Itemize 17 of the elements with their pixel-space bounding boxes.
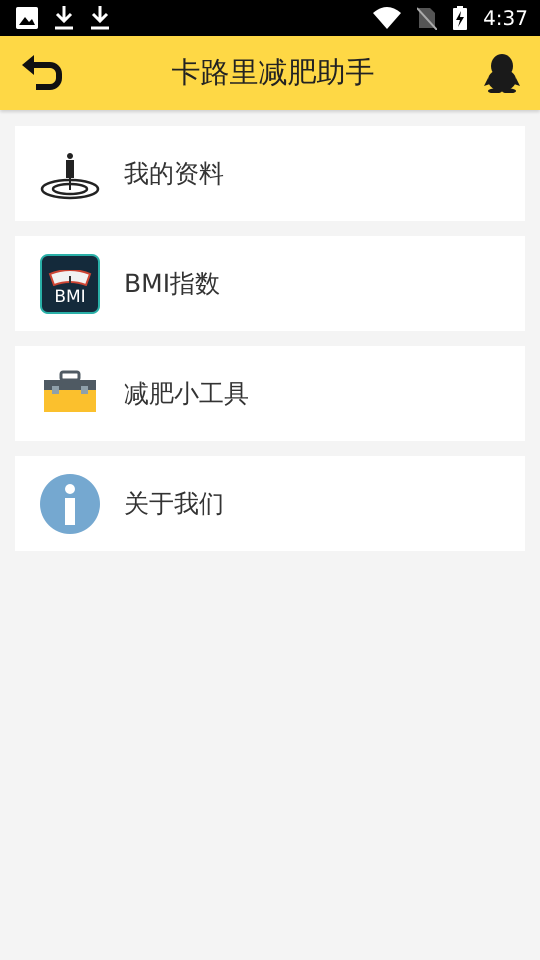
wifi-icon [373,7,402,29]
app-title: 卡路里减肥助手 [172,54,374,92]
menu-item[interactable]: BMI BMI指数 [15,236,525,331]
menu-item[interactable]: 关于我们 [15,456,525,551]
no-sim-icon [417,6,438,30]
back-icon[interactable] [20,54,62,92]
penguin-icon[interactable] [484,53,520,93]
icon-label: BMI [54,286,86,308]
image-icon [16,7,38,29]
menu-item[interactable]: 我的资料 [15,126,525,221]
gauge-icon [48,270,92,286]
menu-item[interactable]: 减肥小工具 [15,346,525,441]
clock: 4:37 [483,5,528,32]
download-icon [54,6,74,30]
info-icon [40,474,100,534]
battery-icon [453,6,468,30]
download-icon [90,6,110,30]
